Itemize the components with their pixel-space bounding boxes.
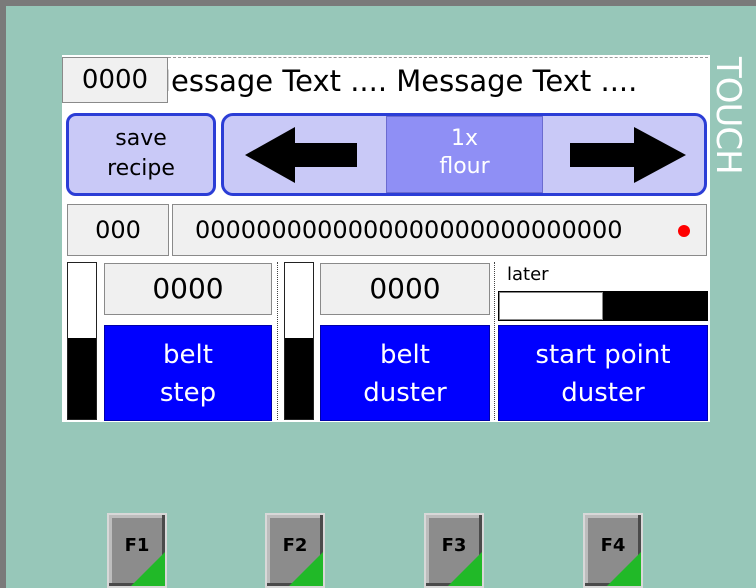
start-point-progress-fill <box>499 292 603 320</box>
belt-duster-label-line2: duster <box>363 378 447 408</box>
status-dot-icon <box>678 225 690 237</box>
belt-duster-gauge <box>284 262 314 420</box>
message-counter: 0000 <box>62 57 168 103</box>
ingredient-count: 1x <box>450 126 479 151</box>
belt-step-gauge <box>67 262 97 420</box>
later-label: later <box>507 264 549 285</box>
save-label-line2: recipe <box>107 156 175 181</box>
f2-key[interactable]: F2 <box>265 513 325 588</box>
belt-duster-value[interactable]: 0000 <box>320 263 490 315</box>
start-point-progress <box>498 291 708 321</box>
message-text: Message Text .... Message Text .... <box>168 64 638 98</box>
f4-indicator-icon <box>607 552 641 586</box>
f3-indicator-icon <box>448 552 482 586</box>
belt-step-label-line1: belt <box>163 340 213 370</box>
f2-indicator-icon <box>289 552 323 586</box>
f3-key[interactable]: F3 <box>424 513 484 588</box>
f4-key[interactable]: F4 <box>583 513 643 588</box>
long-code-field: 0000000000000000000000000000 <box>172 204 707 256</box>
f1-indicator-icon <box>131 552 165 586</box>
ingredient-name: flour <box>439 154 490 179</box>
belt-duster-button[interactable]: belt duster <box>320 325 490 421</box>
start-point-label-line2: duster <box>561 378 645 408</box>
belt-step-label-line2: step <box>159 378 217 408</box>
divider <box>277 262 278 420</box>
ingredient-selector[interactable]: 1x flour <box>386 116 543 193</box>
belt-duster-label-line1: belt <box>380 340 430 370</box>
message-ticker: Message Text .... Message Text .... <box>168 57 708 104</box>
arrow-right-icon[interactable] <box>570 127 686 183</box>
belt-step-button[interactable]: belt step <box>104 325 272 421</box>
belt-duster-gauge-fill <box>285 337 313 419</box>
left-border <box>0 0 6 588</box>
top-border <box>0 0 756 6</box>
f1-key[interactable]: F1 <box>107 513 167 588</box>
start-point-label-line1: start point <box>535 340 671 370</box>
short-code-field: 000 <box>67 204 169 256</box>
belt-step-gauge-fill <box>68 337 96 419</box>
start-point-duster-button[interactable]: start point duster <box>498 325 708 421</box>
save-recipe-button[interactable]: save recipe <box>66 113 216 196</box>
save-label-line1: save <box>115 126 167 151</box>
divider <box>494 262 495 420</box>
arrow-left-icon[interactable] <box>245 127 357 183</box>
belt-step-value[interactable]: 0000 <box>104 263 272 315</box>
touch-label: TOUCH <box>708 57 748 174</box>
